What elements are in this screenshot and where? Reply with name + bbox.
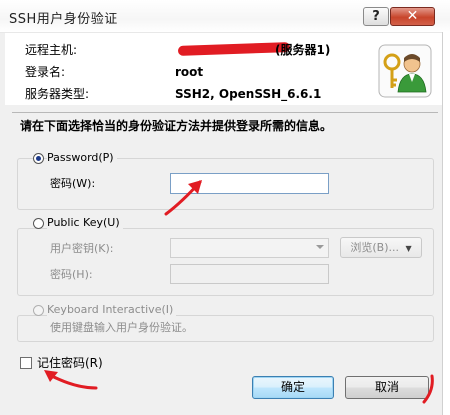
remote-host-value: (服务器1) <box>275 43 331 57</box>
keyboard-interactive-radio-label[interactable]: Keyboard Interactive(I) <box>47 303 177 317</box>
password-radio-label[interactable]: Password(P) <box>47 151 117 165</box>
title-bar[interactable]: SSH用户身份验证 ? ✕ <box>0 0 450 33</box>
help-button[interactable]: ? <box>363 7 389 26</box>
keyboard-interactive-radio[interactable] <box>33 305 44 316</box>
connection-info-panel: 远程主机: (服务器1) 登录名: root 服务器类型: SSH2, Open… <box>5 33 442 105</box>
dropdown-arrow-icon: ▼ <box>405 244 412 253</box>
instruction-text: 请在下面选择恰当的身份验证方法并提供登录所需的信息。 <box>20 119 333 133</box>
browse-label: 浏览(B)... <box>350 241 399 254</box>
public-key-radio[interactable] <box>33 218 44 229</box>
annotation-arrow-icon <box>422 374 434 404</box>
user-key-dropdown[interactable] <box>170 238 329 258</box>
password-radio[interactable] <box>33 153 44 164</box>
ok-button[interactable]: 确定 <box>252 376 334 399</box>
close-button[interactable]: ✕ <box>390 7 435 26</box>
separator <box>12 112 438 113</box>
login-name-label: 登录名: <box>25 65 66 79</box>
server-type-label: 服务器类型: <box>25 87 90 101</box>
keyboard-interactive-description: 使用键盘输入用户身份验证。 <box>50 321 193 334</box>
user-key-icon <box>378 44 432 98</box>
user-key-label: 用户密钥(K): <box>50 242 114 255</box>
annotation-arrow-icon <box>44 370 98 390</box>
cancel-button[interactable]: 取消 <box>345 376 429 399</box>
window-border <box>442 32 450 415</box>
ssh-auth-dialog: SSH用户身份验证 ? ✕ 远程主机: (服务器1) 登录名: root 服务器… <box>0 0 450 415</box>
server-type-value: SSH2, OpenSSH_6.6.1 <box>175 87 322 101</box>
window-title: SSH用户身份验证 <box>9 12 118 27</box>
annotation-arrow-icon <box>164 180 202 216</box>
remember-password-checkbox[interactable] <box>20 357 32 369</box>
login-name-value: root <box>175 65 204 79</box>
passphrase-label: 密码(H): <box>50 268 93 281</box>
password-field-label: 密码(W): <box>50 177 96 190</box>
public-key-radio-label[interactable]: Public Key(U) <box>47 216 123 230</box>
passphrase-input[interactable] <box>170 264 329 284</box>
redaction-mark <box>177 42 291 56</box>
remote-host-label: 远程主机: <box>25 43 78 57</box>
chevron-down-icon <box>316 245 324 249</box>
browse-button[interactable]: 浏览(B)... ▼ <box>340 237 422 258</box>
